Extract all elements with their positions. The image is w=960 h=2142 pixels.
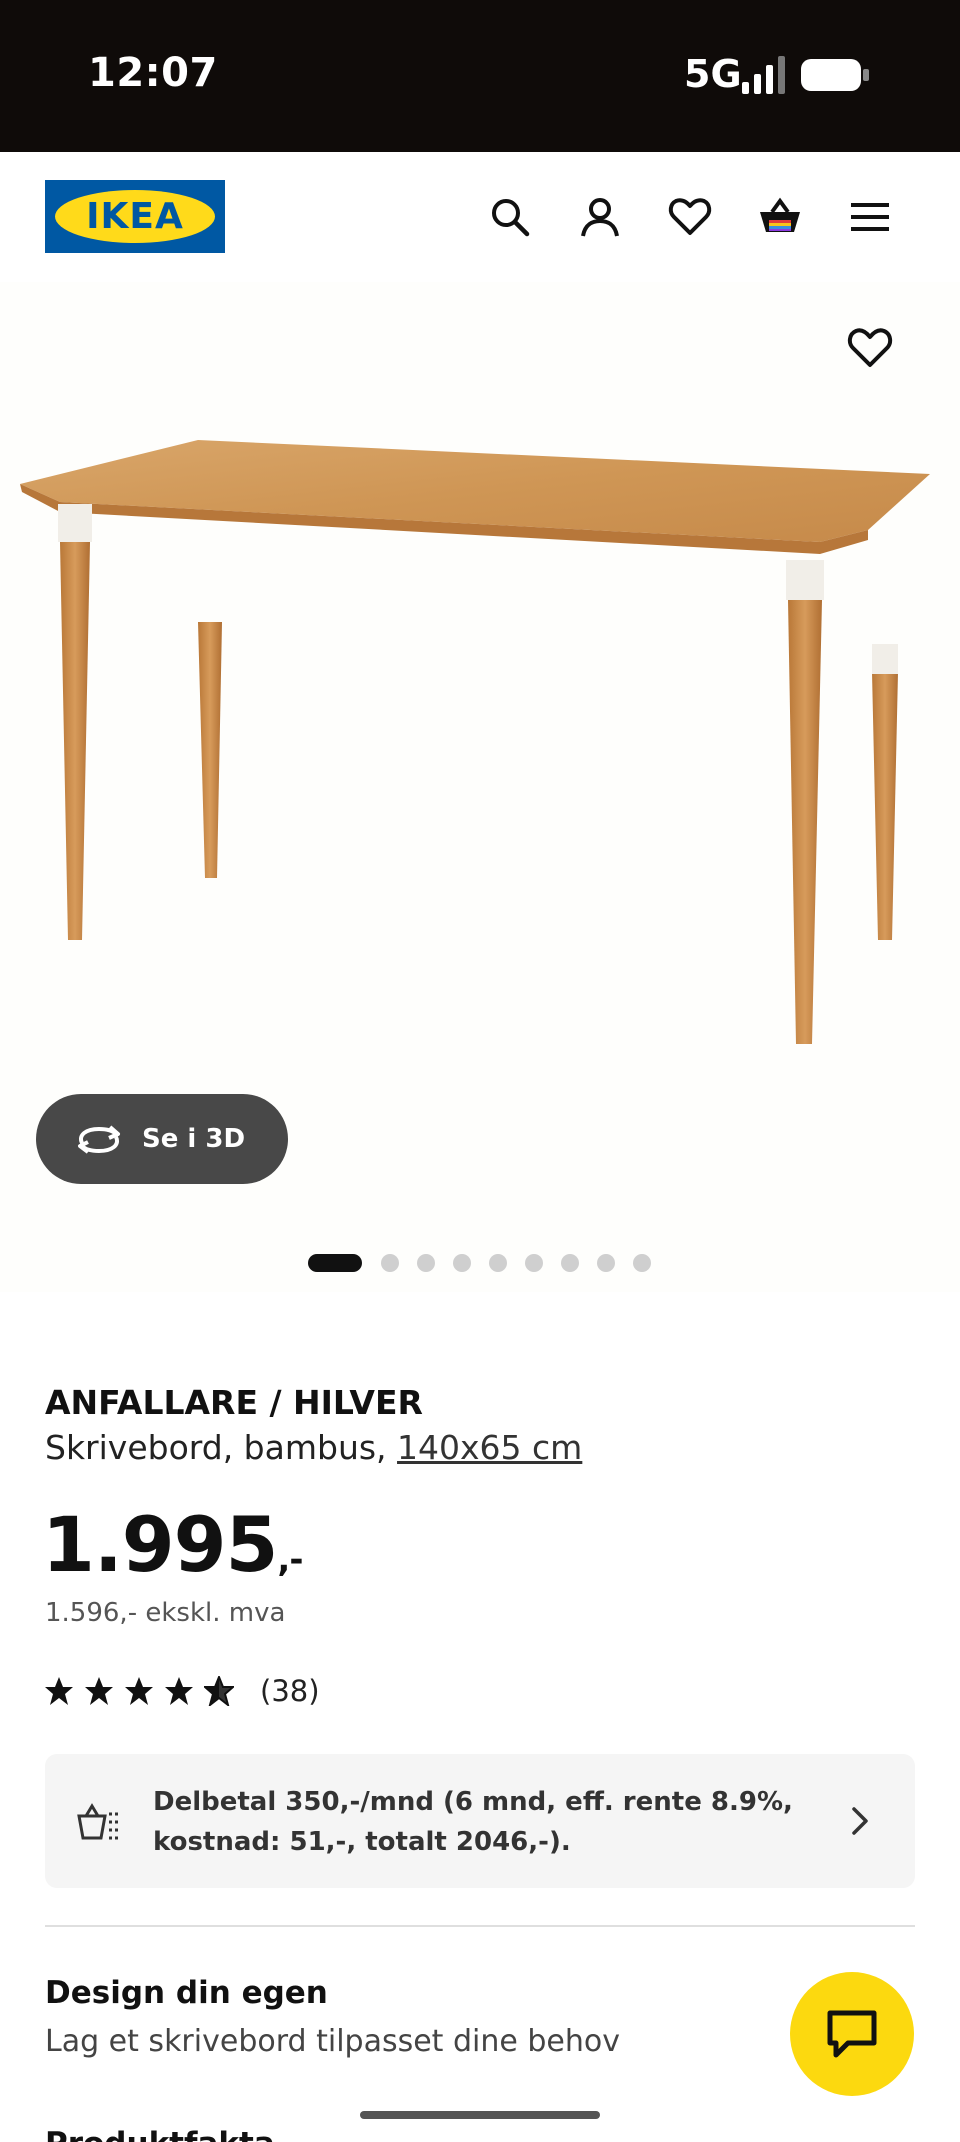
add-to-favourites-button[interactable] [846,324,894,372]
next-section-peek: Produktfakta [45,2126,365,2142]
next-section-title: Produktfakta [45,2126,275,2142]
installment-basket-icon [77,1803,119,1840]
chevron-right-icon [852,1807,868,1835]
site-header: IKEA [0,152,960,282]
pagination-dot[interactable] [417,1254,435,1272]
product-price: 1.995,- [42,1500,303,1589]
battery-icon [801,59,869,91]
rotate-3d-icon [78,1125,120,1154]
logo-text: IKEA [86,196,184,237]
star-icon [45,1677,73,1705]
product-description-text: Skrivebord, bambus, [45,1428,398,1467]
status-time: 12:07 [88,50,218,96]
favourites-icon[interactable] [667,194,713,240]
status-bar: 12:07 5G [0,0,960,152]
product-rating[interactable]: (38) [44,1670,320,1712]
star-half-icon [204,1676,234,1706]
chat-button[interactable] [790,1972,914,2096]
product-gallery[interactable]: Se i 3D [0,282,960,1292]
account-icon[interactable] [577,194,623,240]
design-section-subtitle: Lag et skrivebord tilpasset dine behov [45,2024,620,2059]
chat-icon [827,2010,877,2058]
product-name: ANFALLARE / HILVER [45,1383,423,1422]
star-icon [85,1677,113,1705]
price-main: 1.995 [42,1500,278,1589]
product-size-link[interactable]: 140x65 cm [397,1428,582,1467]
pagination-dot[interactable] [381,1254,399,1272]
search-icon[interactable] [487,194,533,240]
pagination-dot[interactable] [525,1254,543,1272]
menu-icon[interactable] [847,194,893,240]
pagination-dot[interactable] [633,1254,651,1272]
design-section-title[interactable]: Design din egen [45,1975,328,2011]
gallery-pagination [0,1254,960,1274]
cart-icon[interactable] [757,194,803,240]
pagination-dot[interactable] [597,1254,615,1272]
pagination-dot[interactable] [561,1254,579,1272]
home-indicator[interactable] [360,2111,600,2119]
network-type: 5G [684,52,742,96]
pagination-dot[interactable] [453,1254,471,1272]
rating-count: (38) [260,1674,320,1708]
price-suffix: ,- [277,1540,303,1580]
installment-text: Delbetal 350,-/mnd (6 mnd, eff. rente 8.… [153,1787,793,1857]
star-icon [125,1677,153,1705]
heart-icon [847,328,893,367]
signal-icon [742,56,785,94]
logo-oval: IKEA [55,190,215,243]
installment-offer[interactable]: Delbetal 350,-/mnd (6 mnd, eff. rente 8.… [45,1754,915,1888]
view-in-3d-button[interactable]: Se i 3D [36,1094,288,1184]
pagination-dot-active[interactable] [308,1254,362,1272]
price-excl-vat: 1.596,- ekskl. mva [45,1598,286,1628]
section-divider [45,1925,915,1927]
star-icon [165,1677,193,1705]
ikea-logo[interactable]: IKEA [45,180,225,253]
view-in-3d-label: Se i 3D [142,1124,246,1154]
product-image [20,440,930,1044]
product-description: Skrivebord, bambus, 140x65 cm [45,1428,582,1467]
pagination-dot[interactable] [489,1254,507,1272]
